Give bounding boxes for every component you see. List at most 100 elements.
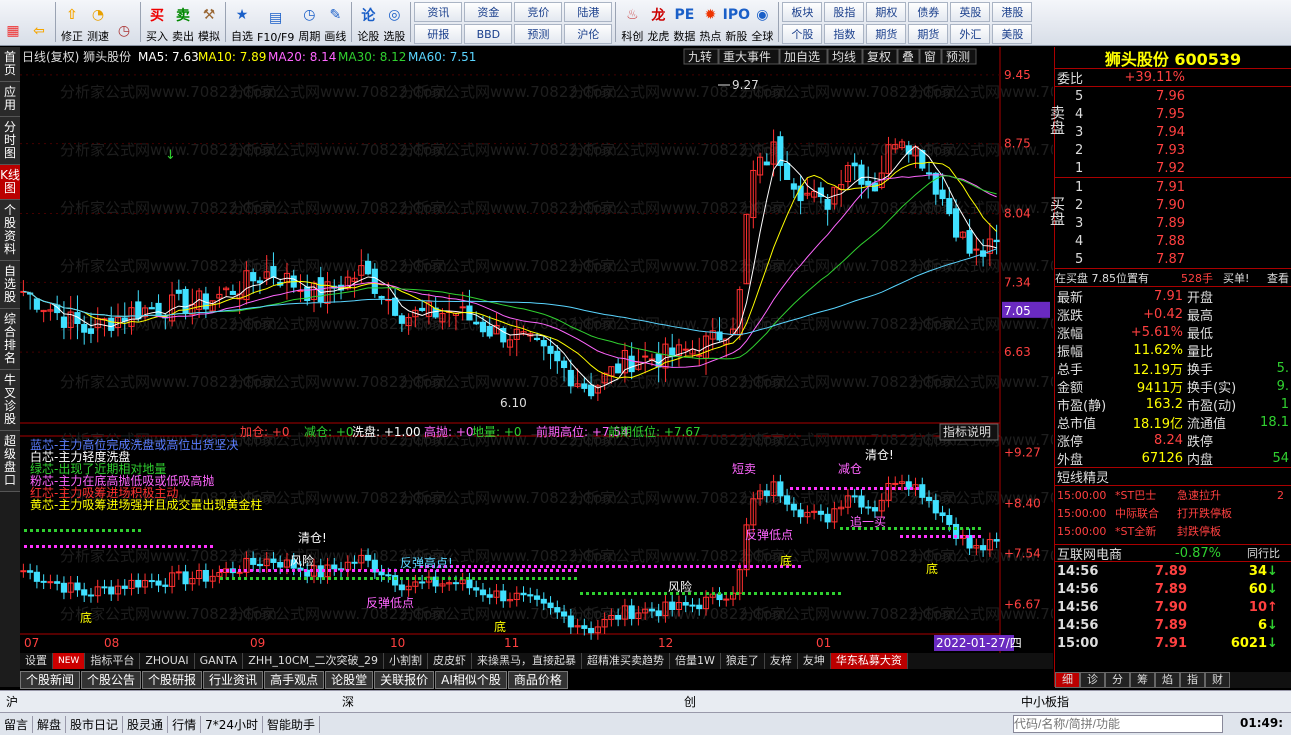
grid-button[interactable]: 债券	[908, 2, 949, 22]
function-item[interactable]: 留言	[0, 715, 34, 733]
dxjl-stock[interactable]: 中际联合	[1115, 505, 1177, 521]
grid-button[interactable]: 英股	[950, 2, 991, 22]
function-item[interactable]: 智能助手	[263, 715, 320, 733]
tb-select-button[interactable]: ◎ 选股	[381, 0, 407, 44]
grid-button[interactable]: 外汇	[950, 24, 991, 44]
left-tab-5[interactable]: 自选股	[0, 261, 20, 309]
indicator-tab[interactable]: 超精准买卖趋势	[582, 653, 671, 669]
indicator-tab[interactable]: 指标平台	[85, 653, 141, 669]
quote-tab[interactable]: 分	[1105, 672, 1130, 688]
info-tab[interactable]: 商品价格	[507, 671, 568, 689]
quote-tab[interactable]: 细	[1055, 672, 1080, 688]
grid-button[interactable]: 竞价	[514, 2, 563, 22]
tb-chat-button[interactable]: 论论股	[355, 0, 381, 44]
index-status-item[interactable]: 深	[338, 693, 358, 710]
index-status-item[interactable]: 中小板指	[1017, 693, 1073, 710]
info-tab[interactable]: 个股新闻	[20, 671, 81, 689]
indicator-tab[interactable]: 设置	[20, 653, 53, 669]
function-item[interactable]: 行情	[168, 715, 202, 733]
tb-back-arrow-button[interactable]: ⇦	[26, 0, 52, 44]
index-status-item[interactable]: 创	[680, 693, 700, 710]
indicator-tab[interactable]: GANTA	[195, 653, 244, 669]
indicator-tab[interactable]: 小割割	[384, 653, 429, 669]
quote-tab[interactable]: 财	[1205, 672, 1230, 688]
grid-button[interactable]: 港股	[992, 2, 1033, 22]
indicator-tab[interactable]: 倍量1W	[670, 653, 721, 669]
grid-button[interactable]: 期权	[866, 2, 907, 22]
tb-cycle-button[interactable]: ◷ 周期	[296, 0, 322, 44]
tb2-pe-button[interactable]: PE 数据	[671, 0, 697, 44]
grid-button[interactable]: 研报	[414, 24, 463, 44]
grid-button[interactable]: 期货	[866, 24, 907, 44]
dxjl-stock[interactable]: *ST巴士	[1115, 487, 1177, 503]
grid-button[interactable]: 个股	[782, 24, 823, 44]
quote-tab[interactable]: 焰	[1155, 672, 1180, 688]
indicator-tab[interactable]: 友梓	[765, 653, 798, 669]
dxjl-title-text[interactable]: 短线精灵	[1055, 468, 1109, 485]
info-tab[interactable]: 行业资讯	[203, 671, 264, 689]
tb2-hot-button[interactable]: ✹ 热点	[697, 0, 723, 44]
indicator-tab[interactable]: ZHOUAI	[140, 653, 195, 669]
indicator-tab[interactable]: ZHH_10CM_二次突破_29	[243, 653, 385, 669]
indicator-tab[interactable]: 友坤	[798, 653, 831, 669]
tb-star-button[interactable]: ★ 自选	[229, 0, 255, 44]
grid-button[interactable]: 沪伦	[564, 24, 613, 44]
indicator-tab[interactable]: 狼走了	[721, 653, 765, 669]
quote-tab[interactable]: 指	[1180, 672, 1205, 688]
grid-button[interactable]: 资讯	[414, 2, 463, 22]
info-tab[interactable]: 高手观点	[264, 671, 325, 689]
tb-grid-button[interactable]: ▦	[0, 0, 26, 44]
tb-f10-button[interactable]: ▤ F10/F9	[255, 0, 296, 44]
info-tab[interactable]: 个股公告	[81, 671, 142, 689]
grid-button[interactable]: BBD	[464, 24, 513, 44]
left-tab-6[interactable]: 综合排名	[0, 309, 20, 370]
info-tab[interactable]: AI相似个股	[435, 671, 507, 689]
tb2-dragon-button[interactable]: 龙龙虎	[645, 0, 671, 44]
tb-speed-button[interactable]: ◔ 测速	[85, 0, 111, 44]
grid-button[interactable]: 股指	[824, 2, 865, 22]
tb2-kc-button[interactable]: ♨ 科创	[619, 0, 645, 44]
grid-button[interactable]: 板块	[782, 2, 823, 22]
kline-chart-area[interactable]: 分析家公式网www.70822.Com 分析家公式网www.70822.Com 分析…	[20, 47, 1127, 653]
grid-button[interactable]: 美股	[992, 24, 1033, 44]
indicator-tab[interactable]: NEW	[53, 653, 86, 669]
function-item[interactable]: 7*24小时	[201, 715, 263, 733]
grid-button[interactable]: 期货	[908, 24, 949, 44]
kline-svg[interactable]: 分析家公式网www.70822.Com 分析家公式网www.70822.Com 分析…	[20, 47, 1127, 653]
left-tab-0[interactable]: 首页	[0, 47, 20, 82]
indicator-tab[interactable]: 来操黑马，直接起暴	[472, 653, 583, 669]
tb-buy-button[interactable]: 买买入	[144, 0, 170, 44]
sector-name[interactable]: 互联网电商	[1055, 545, 1175, 562]
order-alert-link[interactable]: 查看	[1267, 270, 1289, 286]
info-tab[interactable]: 关联报价	[374, 671, 435, 689]
left-tab-7[interactable]: 牛叉诊股	[0, 370, 20, 431]
tb-sell-button[interactable]: 卖卖出	[170, 0, 196, 44]
function-item[interactable]: 解盘	[33, 715, 67, 733]
grid-button[interactable]: 陆港	[564, 2, 613, 22]
sector-compare-link[interactable]: 同行比	[1247, 545, 1280, 561]
left-tab-3[interactable]: K线图	[0, 165, 20, 200]
function-item[interactable]: 股市日记	[66, 715, 124, 733]
indicator-tab[interactable]: 皮皮虾	[428, 653, 473, 669]
left-tab-2[interactable]: 分时图	[0, 117, 20, 165]
search-input[interactable]	[1013, 715, 1223, 733]
tb2-ipo-button[interactable]: IPO 新股	[723, 0, 750, 44]
quote-tab[interactable]: 筹	[1130, 672, 1155, 688]
left-tab-1[interactable]: 应用	[0, 82, 20, 117]
dxjl-stock[interactable]: *ST全新	[1115, 523, 1177, 539]
quote-tab[interactable]: 诊	[1080, 672, 1105, 688]
function-item[interactable]: 股灵通	[123, 715, 169, 733]
grid-button[interactable]: 资金	[464, 2, 513, 22]
indicator-tab[interactable]: 华东私募大资	[830, 653, 908, 669]
left-tab-4[interactable]: 个股资料	[0, 200, 20, 261]
tb-pen-button[interactable]: ✎ 画线	[322, 0, 348, 44]
left-tab-8[interactable]: 超级盘口	[0, 431, 20, 492]
tb-clock-button[interactable]: ◷	[111, 0, 137, 44]
tb-hammer-button[interactable]: ⚒ 模拟	[196, 0, 222, 44]
tb2-globe-button[interactable]: ◉ 全球	[749, 0, 775, 44]
tb-up-arrow-button[interactable]: ⇧ 修正	[59, 0, 85, 44]
info-tab[interactable]: 个股研报	[142, 671, 203, 689]
grid-button[interactable]: 指数	[824, 24, 865, 44]
info-tab[interactable]: 论股堂	[325, 671, 374, 689]
grid-button[interactable]: 预测	[514, 24, 563, 44]
